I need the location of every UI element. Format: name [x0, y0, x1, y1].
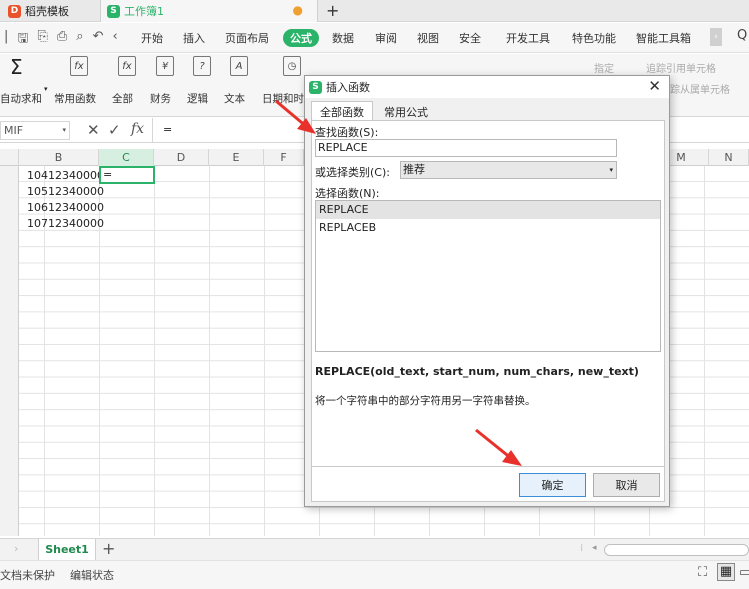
red-arrow-icon [275, 99, 316, 134]
red-arrow-icon [475, 428, 522, 466]
annotation-overlay [275, 99, 522, 466]
